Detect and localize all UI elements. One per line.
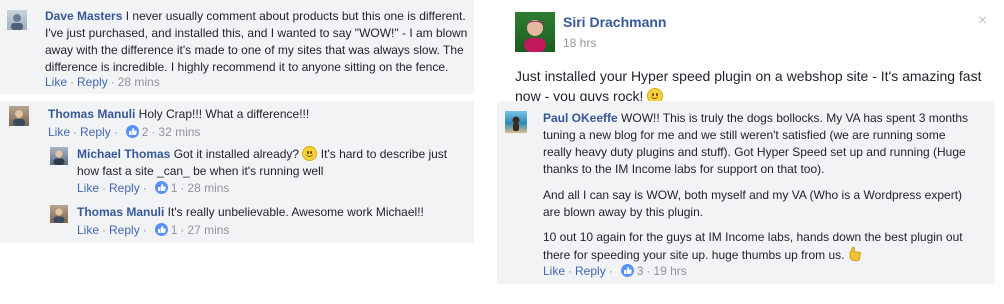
like-icon[interactable]: [620, 264, 634, 277]
comment-text: really heavy duty plugins and stuff). Go…: [543, 145, 966, 159]
comment-author[interactable]: Thomas Manuli: [77, 205, 164, 219]
comment-text: difference is incredible. I highly recom…: [45, 60, 449, 74]
avatar[interactable]: [50, 147, 68, 165]
comment-text: Got it installed already?: [170, 147, 303, 161]
comment-text: WOW!! This is truly the dogs bollocks. M…: [617, 111, 969, 125]
reply-button[interactable]: Reply: [109, 223, 140, 237]
avatar[interactable]: [50, 205, 68, 223]
comment-text: I never usually comment about products b…: [122, 9, 466, 23]
comment-author[interactable]: Dave Masters: [45, 9, 122, 23]
smile-emoji-icon: [302, 146, 318, 161]
comment-text: thanks to the IM Income labs for support…: [543, 162, 825, 176]
comment-text: tuning a new blog for me and we still we…: [543, 128, 946, 142]
avatar[interactable]: [7, 10, 27, 30]
post-author[interactable]: Siri Drachmann: [563, 14, 666, 30]
thumbs-up-emoji-icon: [848, 246, 862, 267]
comment-timestamp[interactable]: 27 mins: [187, 223, 229, 237]
comment-text: I've just purchased, and installed this,…: [45, 26, 468, 40]
avatar[interactable]: [9, 106, 29, 126]
comment-author[interactable]: Paul OKeeffe: [543, 111, 618, 125]
reply-button[interactable]: Reply: [80, 125, 111, 139]
comment-text: Holy Crap!!! What a difference!!!: [135, 107, 310, 121]
reply-button[interactable]: Reply: [109, 181, 140, 195]
like-icon[interactable]: [154, 223, 168, 236]
comment-text: away with the difference it's made to on…: [45, 43, 464, 57]
reaction-count[interactable]: 1: [171, 181, 178, 195]
comment-timestamp[interactable]: 32 mins: [158, 125, 200, 139]
like-button[interactable]: Like: [77, 223, 99, 237]
like-button[interactable]: Like: [45, 75, 67, 89]
comment-timestamp[interactable]: 28 mins: [118, 75, 160, 89]
avatar[interactable]: [505, 111, 527, 133]
like-icon[interactable]: [125, 125, 139, 138]
like-button[interactable]: Like: [543, 264, 565, 278]
reaction-count[interactable]: 3: [637, 264, 644, 278]
comment-text: are blown away by this plugin.: [543, 205, 704, 219]
like-button[interactable]: Like: [48, 125, 70, 139]
reaction-count[interactable]: 2: [142, 125, 149, 139]
post-siri-drachmann: Siri Drachmann 18 hrs × Just installed y…: [497, 0, 995, 104]
comment-timestamp[interactable]: 19 hrs: [653, 264, 686, 278]
comment-text: how fast a site _can_ be when it's runni…: [77, 164, 324, 178]
comment-text: It's hard to describe just: [317, 147, 448, 161]
comment-text: It's really unbelievable. Awesome work M…: [164, 205, 424, 219]
close-icon[interactable]: ×: [978, 13, 987, 29]
comment-author[interactable]: Thomas Manuli: [48, 107, 135, 121]
reply-button[interactable]: Reply: [77, 75, 108, 89]
like-button[interactable]: Like: [77, 181, 99, 195]
comment-timestamp[interactable]: 28 mins: [187, 181, 229, 195]
comment-author[interactable]: Michael Thomas: [77, 147, 170, 161]
reaction-count[interactable]: 1: [171, 223, 178, 237]
comment-dave-masters: Dave Masters I never usually comment abo…: [0, 0, 474, 94]
comment-paul-okeeffe: Paul OKeeffe WOW!! This is truly the dog…: [497, 101, 995, 284]
like-icon[interactable]: [154, 181, 168, 194]
avatar[interactable]: [515, 12, 555, 52]
reply-button[interactable]: Reply: [575, 264, 606, 278]
comment-text: there for speeding your site up. huge th…: [543, 248, 848, 262]
post-text: Just installed your Hyper speed plugin o…: [515, 68, 982, 84]
comment-text: And all I can say is WOW, both myself an…: [543, 188, 963, 202]
comment-thread-thomas-manuli: Thomas Manuli Holy Crap!!! What a differ…: [0, 101, 474, 243]
post-timestamp[interactable]: 18 hrs: [563, 36, 596, 50]
comment-text: 10 out 10 again for the guys at IM Incom…: [543, 230, 963, 244]
